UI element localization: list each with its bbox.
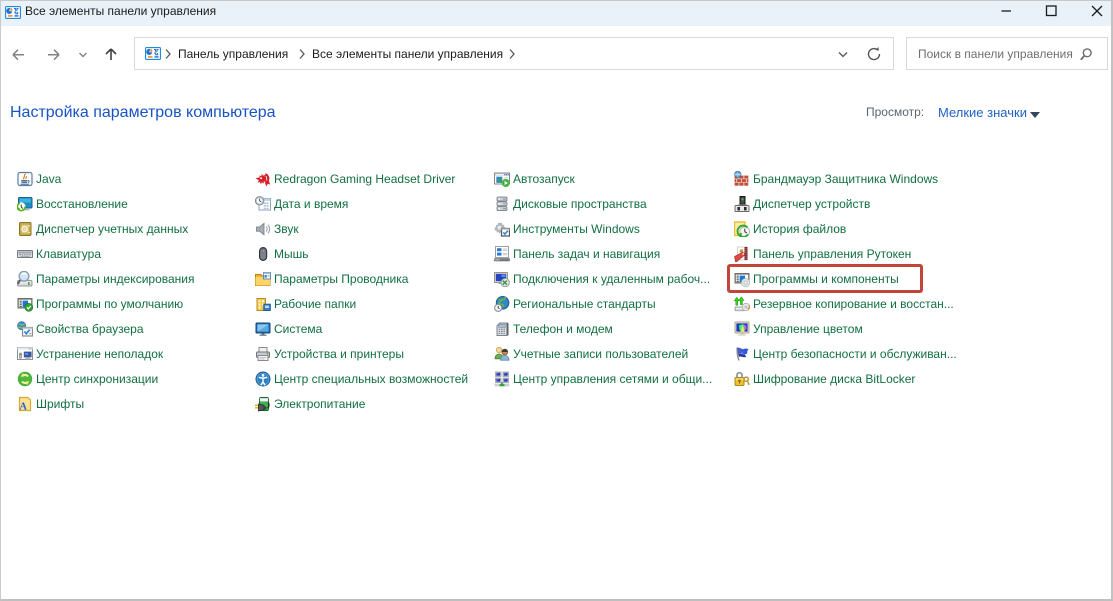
svg-text:A: A xyxy=(19,402,27,412)
